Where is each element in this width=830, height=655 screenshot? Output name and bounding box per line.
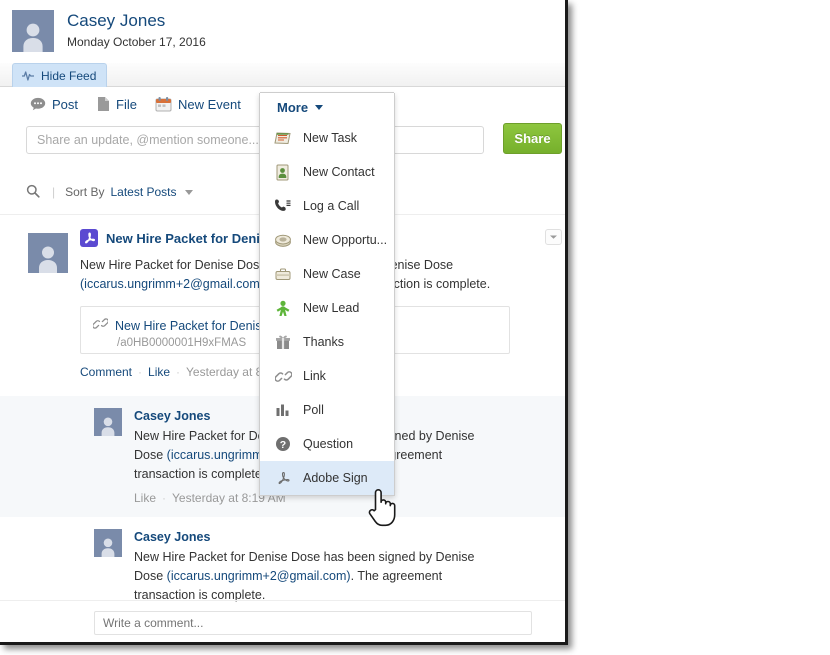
chevron-down-icon bbox=[315, 104, 324, 110]
sort-by-value[interactable]: Latest Posts bbox=[110, 185, 176, 199]
tab-post[interactable]: Post bbox=[26, 89, 92, 119]
more-menu-header[interactable]: More bbox=[260, 92, 394, 121]
post-like-link[interactable]: Like bbox=[148, 365, 170, 379]
post-comment-link[interactable]: Comment bbox=[80, 365, 132, 379]
pulse-icon bbox=[22, 70, 34, 81]
user-meta: Casey Jones Monday October 17, 2016 bbox=[67, 10, 206, 49]
briefcase-icon bbox=[273, 264, 293, 284]
tab-new-event-label: New Event bbox=[177, 96, 241, 112]
write-comment-input[interactable] bbox=[94, 611, 532, 635]
tab-post-label: Post bbox=[52, 96, 79, 112]
menu-item-label: Thanks bbox=[303, 335, 344, 349]
menu-item-adobe-sign[interactable]: Adobe Sign bbox=[260, 461, 394, 495]
write-comment-row bbox=[0, 600, 565, 642]
user-silhouette-icon bbox=[101, 417, 115, 436]
user-silhouette-icon bbox=[23, 23, 43, 52]
menu-item-label: New Contact bbox=[303, 165, 375, 179]
menu-item-label: New Opportu... bbox=[303, 233, 388, 247]
chevron-down-icon bbox=[550, 235, 557, 239]
post-menu-button[interactable] bbox=[545, 229, 562, 245]
menu-item-label: Log a Call bbox=[303, 199, 360, 213]
comment-like-link[interactable]: Like bbox=[134, 491, 156, 505]
hide-feed-label: Hide Feed bbox=[41, 68, 97, 83]
avatar bbox=[94, 408, 122, 436]
menu-item-new-task[interactable]: New Task bbox=[260, 121, 394, 155]
share-button[interactable]: Share bbox=[503, 123, 562, 154]
menu-item-label: New Case bbox=[303, 267, 361, 281]
screenshot-root: Casey Jones Monday October 17, 2016 Hide… bbox=[0, 0, 830, 655]
user-header: Casey Jones Monday October 17, 2016 bbox=[12, 10, 206, 52]
menu-item-log-a-call[interactable]: Log a Call bbox=[260, 189, 394, 223]
contact-card-icon bbox=[273, 162, 293, 182]
post-text-email-link[interactable]: (iccarus.ungrimm+2@gmail.com) bbox=[80, 277, 264, 291]
menu-item-label: Question bbox=[303, 437, 354, 451]
menu-item-label: Adobe Sign bbox=[303, 471, 368, 485]
tab-file[interactable]: File bbox=[92, 89, 151, 119]
bar-chart-icon bbox=[273, 400, 293, 420]
menu-item-label: Link bbox=[303, 369, 326, 383]
hide-feed-tab[interactable]: Hide Feed bbox=[12, 63, 108, 87]
action-divider: · bbox=[176, 365, 181, 379]
link-chain-icon bbox=[92, 317, 109, 335]
phone-icon bbox=[273, 196, 293, 216]
menu-item-label: Poll bbox=[303, 403, 324, 417]
comment-email-link[interactable]: (iccarus.ungrimm+2@gmail.com) bbox=[167, 569, 351, 583]
comment-text: New Hire Packet for Denise Dose has been… bbox=[134, 548, 506, 605]
menu-item-new-lead[interactable]: New Lead bbox=[260, 291, 394, 325]
tab-file-label: File bbox=[116, 96, 137, 112]
calendar-icon bbox=[155, 96, 172, 112]
avatar bbox=[12, 10, 54, 52]
tab-new-event[interactable]: New Event bbox=[151, 89, 255, 119]
share-input[interactable] bbox=[26, 126, 484, 154]
action-divider: · bbox=[162, 491, 167, 505]
avatar bbox=[28, 233, 68, 273]
adobe-sign-icon bbox=[273, 468, 293, 488]
gift-icon bbox=[273, 332, 293, 352]
file-icon bbox=[96, 96, 110, 112]
menu-item-label: New Lead bbox=[303, 301, 360, 315]
menu-item-label: New Task bbox=[303, 131, 357, 145]
link-chain-icon bbox=[273, 366, 293, 386]
chevron-down-icon[interactable] bbox=[184, 189, 193, 195]
menu-item-new-contact[interactable]: New Contact bbox=[260, 155, 394, 189]
task-icon bbox=[273, 128, 293, 148]
more-menu-label: More bbox=[277, 99, 309, 115]
menu-item-new-case[interactable]: New Case bbox=[260, 257, 394, 291]
menu-item-link[interactable]: Link bbox=[260, 359, 394, 393]
svg-text:?: ? bbox=[280, 439, 286, 451]
page-title[interactable]: Casey Jones bbox=[67, 11, 206, 31]
action-divider: · bbox=[138, 365, 143, 379]
feed-tabstrip: Hide Feed bbox=[0, 63, 565, 87]
menu-item-question[interactable]: ? Question bbox=[260, 427, 394, 461]
pdf-icon bbox=[80, 229, 98, 247]
sort-by-label: Sort By bbox=[65, 185, 105, 199]
user-silhouette-icon bbox=[39, 246, 57, 273]
question-mark-icon: ? bbox=[273, 434, 293, 454]
avatar bbox=[94, 529, 122, 557]
user-silhouette-icon bbox=[101, 538, 115, 557]
comment-author[interactable]: Casey Jones bbox=[134, 529, 550, 545]
magnifier-icon[interactable] bbox=[26, 184, 40, 201]
menu-item-poll[interactable]: Poll bbox=[260, 393, 394, 427]
chatter-feed-pane: Casey Jones Monday October 17, 2016 Hide… bbox=[0, 0, 568, 645]
lead-person-icon bbox=[273, 298, 293, 318]
sort-divider: | bbox=[52, 185, 56, 199]
header-date: Monday October 17, 2016 bbox=[67, 35, 206, 49]
menu-item-new-opportunity[interactable]: New Opportu... bbox=[260, 223, 394, 257]
speech-bubble-icon bbox=[30, 97, 46, 111]
more-dropdown-menu: More New Task New Contact Log a Call New… bbox=[259, 92, 395, 496]
opportunity-icon bbox=[273, 230, 293, 250]
menu-item-thanks[interactable]: Thanks bbox=[260, 325, 394, 359]
